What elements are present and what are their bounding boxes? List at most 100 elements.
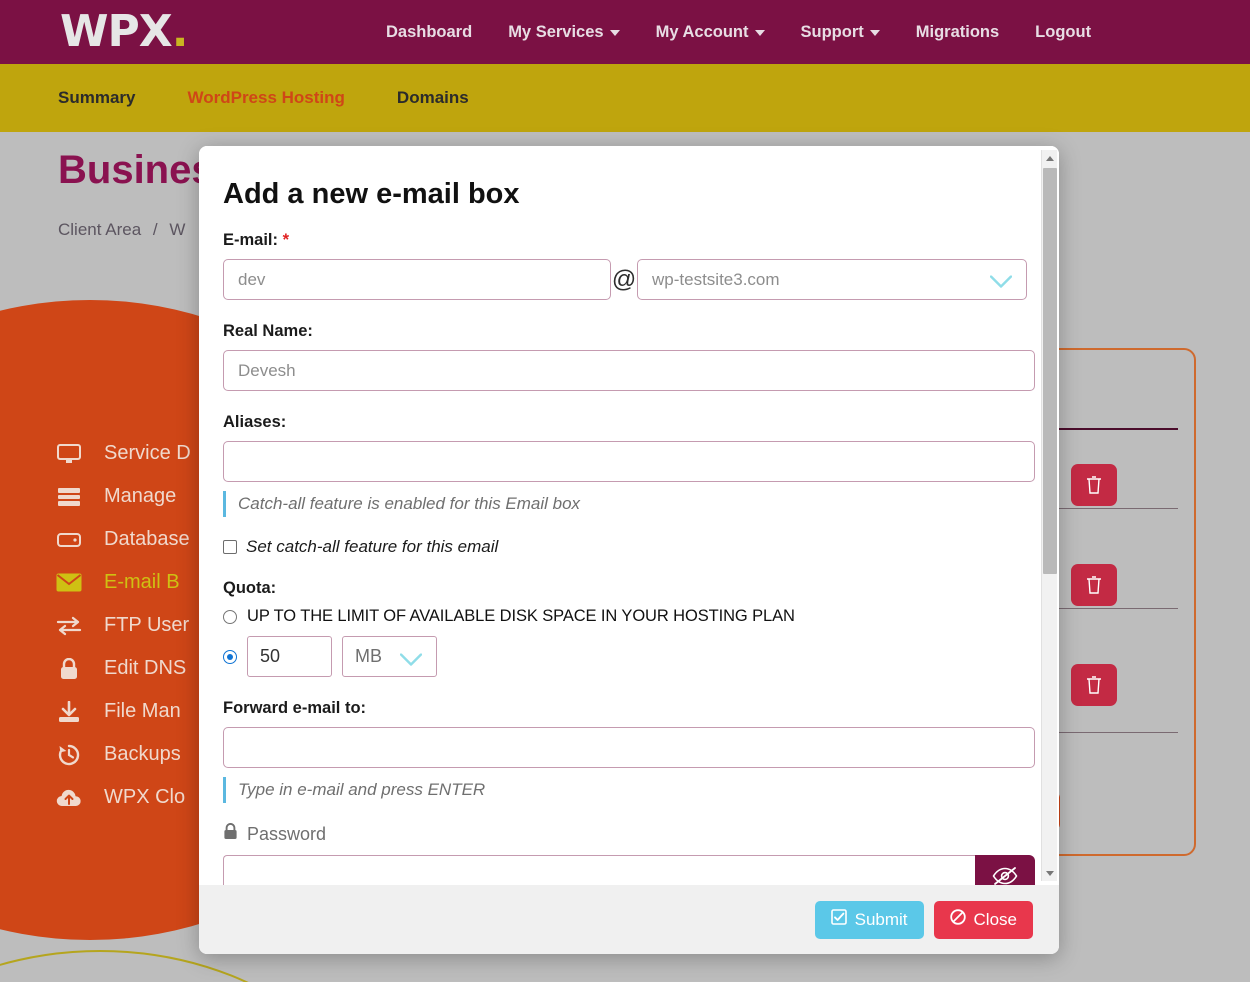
hint-accent-bar xyxy=(223,491,226,517)
sidebar-item-manage[interactable]: Manage xyxy=(56,485,191,508)
sub-navbar: Summary WordPress Hosting Domains xyxy=(0,64,1250,132)
lock-icon xyxy=(56,657,82,680)
password-label-text: Password xyxy=(247,823,327,844)
quota-custom-radio[interactable] xyxy=(223,649,237,664)
breadcrumb-item-current[interactable]: W xyxy=(169,220,185,239)
subnav-item-summary[interactable]: Summary xyxy=(58,88,135,108)
nav-item-my-services[interactable]: My Services xyxy=(508,22,620,42)
triangle-up-icon xyxy=(1046,155,1054,161)
sidebar-item-label: FTP User xyxy=(104,614,190,636)
database-icon xyxy=(56,529,82,551)
aliases-input[interactable] xyxy=(223,441,1035,482)
quota-custom-row: 50 MB xyxy=(223,636,1035,677)
logo-dot: . xyxy=(171,6,189,57)
quota-amount-input[interactable]: 50 xyxy=(247,636,332,677)
sidebar-item-wpx-cloud[interactable]: WPX Clo xyxy=(56,786,191,809)
nav-item-dashboard[interactable]: Dashboard xyxy=(386,23,472,42)
password-input-row xyxy=(223,855,1035,885)
modal-scrollbar[interactable] xyxy=(1041,150,1057,881)
nav-label: Logout xyxy=(1035,22,1092,41)
forward-hint-text: Type in e-mail and press ENTER xyxy=(238,780,486,799)
subnav-item-wordpress-hosting[interactable]: WordPress Hosting xyxy=(187,88,344,108)
nav-item-my-account[interactable]: My Account xyxy=(656,23,765,42)
logo-text: WPX xyxy=(60,6,173,57)
email-label-text: E-mail: xyxy=(223,231,279,249)
real-name-label: Real Name: xyxy=(223,322,313,340)
envelope-icon xyxy=(56,572,82,594)
at-sign-icon: @ xyxy=(611,265,637,293)
toggle-password-visibility-button[interactable] xyxy=(975,855,1035,885)
nav-label: Dashboard xyxy=(386,22,473,41)
breadcrumb-item-client-area[interactable]: Client Area xyxy=(58,220,141,239)
email-domain-value: wp-testsite3.com xyxy=(652,269,780,289)
nav-item-logout[interactable]: Logout xyxy=(1035,23,1091,42)
history-icon xyxy=(56,744,82,766)
aliases-hint: Catch-all feature is enabled for this Em… xyxy=(223,491,1035,517)
sidebar-item-file-manager[interactable]: File Man xyxy=(56,700,191,723)
sidebar-item-email-boxes[interactable]: E-mail B xyxy=(56,571,191,594)
chevron-down-icon xyxy=(399,650,423,666)
eye-slash-icon xyxy=(992,866,1018,885)
decorative-yellow-circle-outline xyxy=(0,950,380,982)
email-input-row: dev @ wp-testsite3.com xyxy=(223,259,1035,300)
sidebar-item-service-details[interactable]: Service D xyxy=(56,442,191,465)
quota-unlimited-row[interactable]: UP TO THE LIMIT OF AVAILABLE DISK SPACE … xyxy=(223,607,1035,626)
subnav-item-domains[interactable]: Domains xyxy=(397,88,469,108)
chevron-down-icon xyxy=(754,30,765,36)
chevron-down-icon xyxy=(989,273,1013,288)
sidebar-item-databases[interactable]: Database xyxy=(56,528,191,551)
email-local-input[interactable]: dev xyxy=(223,259,611,300)
forward-hint: Type in e-mail and press ENTER xyxy=(223,777,1035,803)
quota-unlimited-label: UP TO THE LIMIT OF AVAILABLE DISK SPACE … xyxy=(247,607,795,625)
breadcrumb-separator: / xyxy=(152,220,158,239)
lock-icon xyxy=(223,822,238,845)
sidebar-item-label: File Man xyxy=(104,700,181,722)
sidebar-item-edit-dns[interactable]: Edit DNS xyxy=(56,657,191,680)
quota-unlimited-radio[interactable] xyxy=(223,609,237,624)
delete-email-button[interactable] xyxy=(1071,664,1117,706)
nav-item-support[interactable]: Support xyxy=(801,23,880,42)
modal-body: Add a new e-mail box E-mail: * dev @ wp-… xyxy=(199,146,1059,885)
trash-icon xyxy=(1087,676,1101,694)
real-name-input[interactable]: Devesh xyxy=(223,350,1035,391)
forward-input[interactable] xyxy=(223,727,1035,768)
nav-item-migrations[interactable]: Migrations xyxy=(916,23,999,42)
nav-label: Support xyxy=(800,22,864,41)
email-field-label: E-mail: * xyxy=(223,231,1035,250)
catch-all-checkbox[interactable] xyxy=(223,540,237,554)
quota-field-group: Quota: UP TO THE LIMIT OF AVAILABLE DISK… xyxy=(223,579,1035,677)
sidebar-item-label: Service D xyxy=(104,442,191,464)
top-navbar: WPX. Dashboard My Services My Account Su… xyxy=(0,0,1250,64)
sidebar-item-label: Database xyxy=(104,528,190,550)
modal-scrollbar-thumb[interactable] xyxy=(1043,168,1057,574)
forward-label: Forward e-mail to: xyxy=(223,699,367,717)
quota-unit-value: MB xyxy=(355,646,382,666)
modal-footer: Submit Close xyxy=(199,885,1059,954)
scroll-down-button[interactable] xyxy=(1042,865,1058,881)
delete-email-button[interactable] xyxy=(1071,564,1117,606)
forward-field-group: Forward e-mail to: Type in e-mail and pr… xyxy=(223,699,1035,803)
real-name-field-group: Real Name: Devesh xyxy=(223,322,1035,391)
delete-email-button[interactable] xyxy=(1071,464,1117,506)
sidebar-item-ftp-users[interactable]: FTP User xyxy=(56,614,191,637)
aliases-label: Aliases: xyxy=(223,413,287,431)
password-input[interactable] xyxy=(223,855,975,885)
sub-nav-list: Summary WordPress Hosting Domains xyxy=(58,64,469,132)
close-button[interactable]: Close xyxy=(933,900,1033,939)
service-side-menu: Service D Manage Database E-mail B FTP U xyxy=(56,442,191,809)
wpx-logo[interactable]: WPX. xyxy=(60,6,189,57)
email-domain-select[interactable]: wp-testsite3.com xyxy=(637,259,1027,300)
nav-label: Migrations xyxy=(915,22,1000,41)
sidebar-item-label: WPX Clo xyxy=(104,786,186,808)
submit-button-label: Submit xyxy=(854,909,908,929)
nav-label: My Services xyxy=(508,22,604,41)
quota-unit-select[interactable]: MB xyxy=(342,636,437,677)
page-root: WPX. Dashboard My Services My Account Su… xyxy=(0,0,1250,982)
submit-button[interactable]: Submit xyxy=(814,900,924,939)
check-square-icon xyxy=(830,909,847,930)
scroll-up-button[interactable] xyxy=(1042,150,1058,166)
breadcrumb: Client Area / W xyxy=(58,220,185,240)
sidebar-item-backups[interactable]: Backups xyxy=(56,743,191,766)
catch-all-checkbox-row[interactable]: Set catch-all feature for this email xyxy=(223,537,1035,557)
cloud-upload-icon xyxy=(56,787,82,809)
